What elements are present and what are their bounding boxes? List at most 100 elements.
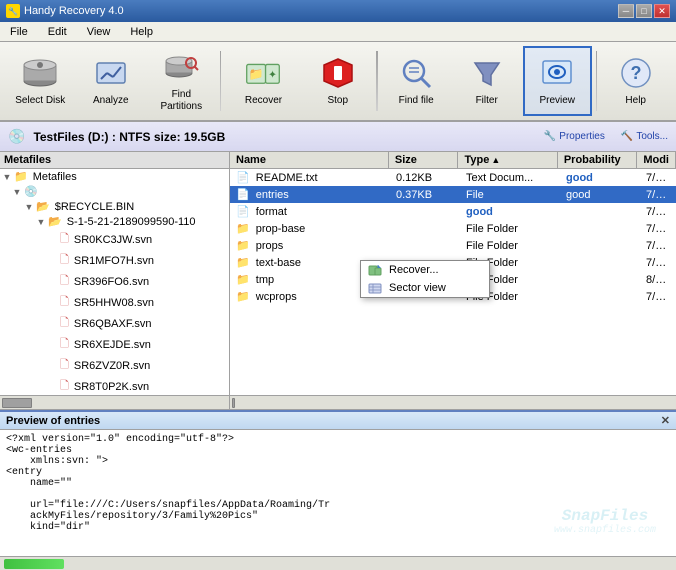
filter-button[interactable]: Filter	[452, 46, 521, 116]
folder-red-icon: 📂	[36, 200, 50, 213]
tree-scrollbar-h[interactable]	[0, 395, 229, 409]
svg-text:?: ?	[630, 63, 641, 83]
tree-item-label: SR396FO6.svn	[74, 276, 149, 288]
file-prob	[560, 262, 640, 264]
tree-item-metafiles[interactable]: ▼ 📁 Metafiles	[0, 169, 229, 184]
context-menu-sector[interactable]: Sector view	[361, 279, 489, 297]
file-red-icon: 🗋	[60, 272, 69, 291]
file-size	[390, 211, 460, 213]
tree-item-label: SR1MFO7H.svn	[74, 255, 154, 267]
tree-item-sr5[interactable]: 🗋 SR5HHW08.svn	[0, 292, 229, 313]
find-partitions-button[interactable]: Find Partitions	[147, 46, 216, 116]
analyze-button[interactable]: Analyze	[77, 46, 146, 116]
sector-cm-icon	[367, 280, 383, 296]
close-button[interactable]: ✕	[654, 4, 670, 18]
tree-item-sr6q[interactable]: 🗋 SR6QBAXF.svn	[0, 313, 229, 334]
file-icon: 📄	[236, 206, 250, 218]
tree-item-drive[interactable]: ▼ 💿	[0, 184, 229, 199]
find-file-button[interactable]: Find file	[382, 46, 451, 116]
tree-item-sr0[interactable]: 🗋 SR0KC3JW.svn	[0, 229, 229, 250]
col-header-prob[interactable]: Probability	[558, 152, 638, 168]
tree-item-sr8t[interactable]: 🗋 SR8T0P2K.svn	[0, 376, 229, 397]
file-scrollbar-h[interactable]	[230, 395, 676, 409]
properties-button[interactable]: 🔧 Properties	[544, 131, 605, 142]
file-red-icon: 🗋	[60, 377, 69, 396]
menu-help[interactable]: Help	[124, 25, 159, 39]
file-name: 📄 format	[230, 204, 390, 219]
menu-edit[interactable]: Edit	[42, 25, 73, 39]
recover-icon: 📁 ✦	[245, 55, 281, 91]
drive-icon: 💿	[24, 185, 38, 198]
file-prob	[560, 228, 640, 230]
file-size	[390, 245, 460, 247]
select-disk-button[interactable]: Select Disk	[6, 46, 75, 116]
menu-file[interactable]: File	[4, 25, 34, 39]
tree-item-label: SR0KC3JW.svn	[74, 234, 152, 246]
file-mod: 7/12/	[640, 239, 676, 253]
tree-item-sr6x[interactable]: 🗋 SR6XEJDE.svn	[0, 334, 229, 355]
stop-label: Stop	[327, 95, 348, 107]
file-mod: 8/31/	[640, 273, 676, 287]
preview-button[interactable]: Preview	[523, 46, 592, 116]
file-row[interactable]: 📁 prop-base File Folder 7/12/	[230, 220, 676, 237]
tree-item-sr6z[interactable]: 🗋 SR6ZVZ0R.svn	[0, 355, 229, 376]
file-row[interactable]: 📄 format good 7/12/	[230, 203, 676, 220]
folder-icon: 📁	[236, 274, 250, 286]
select-disk-label: Select Disk	[15, 95, 65, 107]
col-header-type[interactable]: Type ▲	[458, 152, 557, 168]
tree-item-sr3[interactable]: 🗋 SR396FO6.svn	[0, 271, 229, 292]
stop-icon	[320, 55, 356, 91]
tree-header-label: Metafiles	[4, 154, 51, 166]
stop-button[interactable]: Stop	[304, 46, 373, 116]
tree-item-label: SR6QBAXF.svn	[74, 318, 152, 330]
help-button[interactable]: ? Help	[601, 46, 670, 116]
tree-item-recycle[interactable]: ▼ 📂 $RECYCLE.BIN	[0, 199, 229, 214]
minimize-button[interactable]: ─	[618, 4, 634, 18]
file-mod: 7/12/	[640, 222, 676, 236]
recover-button[interactable]: 📁 ✦ Recover	[225, 46, 301, 116]
recover-cm-icon	[367, 262, 383, 278]
file-row[interactable]: 📁 props File Folder 7/12/	[230, 237, 676, 254]
maximize-button[interactable]: □	[636, 4, 652, 18]
file-row[interactable]: 📄 README.txt 0.12KB Text Docum... good 7…	[230, 169, 676, 186]
scroll-track-h[interactable]	[235, 398, 676, 408]
file-row[interactable]: 📄 entries 0.37KB File good 7/12/	[230, 186, 676, 203]
preview-content: <?xml version="1.0" encoding="utf-8"?> <…	[0, 430, 676, 556]
col-header-mod[interactable]: Modi	[637, 152, 676, 168]
tree-item-s1[interactable]: ▼ 📂 S-1-5-21-2189099590-110	[0, 214, 229, 229]
tree-item-sr1[interactable]: 🗋 SR1MFO7H.svn	[0, 250, 229, 271]
folder-icon: 📁	[236, 291, 250, 303]
file-type: File	[460, 188, 560, 202]
file-prob	[560, 279, 640, 281]
file-mod: 7/12/	[640, 171, 676, 185]
preview-close-button[interactable]: ✕	[661, 414, 670, 427]
col-header-name[interactable]: Name	[230, 152, 389, 168]
tree-header: Metafiles	[0, 152, 229, 169]
toolbar-separator-3	[596, 51, 598, 111]
file-prob	[560, 296, 640, 298]
disk-info-bar: 💿 TestFiles (D:) : NTFS size: 19.5GB 🔧 P…	[0, 122, 676, 152]
tools-icon: 🔨	[621, 131, 633, 142]
preview-text: <?xml version="1.0" encoding="utf-8"?> <…	[6, 434, 330, 533]
analyze-label: Analyze	[93, 95, 129, 107]
context-menu: Recover... Sector view	[360, 260, 490, 298]
tree-item-label: Metafiles	[33, 171, 77, 183]
expand-icon: ▼	[36, 217, 46, 227]
help-icon: ?	[618, 55, 654, 91]
sort-icon: ▲	[491, 155, 500, 165]
file-name: 📁 props	[230, 238, 390, 253]
tools-button[interactable]: 🔨 Tools...	[621, 131, 668, 142]
context-menu-recover[interactable]: Recover...	[361, 261, 489, 279]
tree-item-label: $RECYCLE.BIN	[55, 201, 134, 213]
tree-scroll-thumb[interactable]	[2, 398, 32, 408]
disk-info-title: TestFiles (D:) : NTFS size: 19.5GB	[33, 130, 535, 144]
preview-header: Preview of entries ✕	[0, 412, 676, 430]
tree-panel: Metafiles ▼ 📁 Metafiles ▼ 💿 ▼ 📂 $RECYCLE…	[0, 152, 230, 409]
sector-cm-label: Sector view	[389, 282, 446, 294]
file-red-icon: 🗋	[60, 251, 69, 270]
menu-view[interactable]: View	[81, 25, 117, 39]
col-header-size[interactable]: Size	[389, 152, 459, 168]
preview-title: Preview of entries	[6, 415, 100, 427]
file-size: 0.12KB	[390, 171, 460, 185]
preview-watermark: SnapFiles www.snapfiles.com	[554, 507, 656, 536]
